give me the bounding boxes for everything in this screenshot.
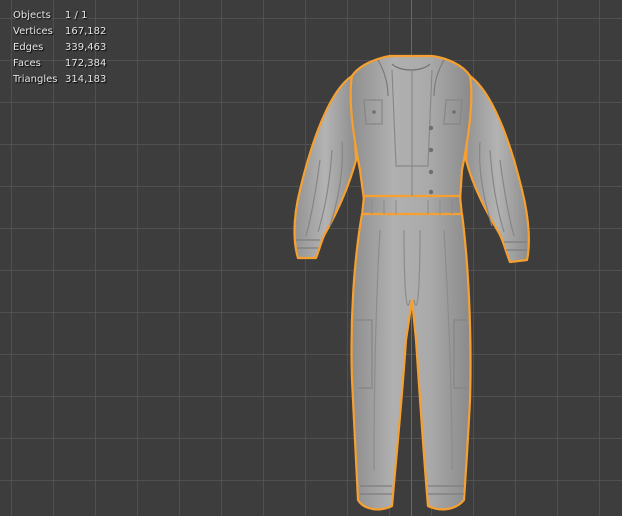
- jacket-torso: [349, 54, 473, 202]
- jumpsuit-mesh[interactable]: [0, 0, 622, 516]
- trousers: [350, 212, 472, 511]
- left-sleeve: [293, 74, 358, 260]
- 3d-viewport[interactable]: Objects 1 / 1 Vertices 167,182 Edges 339…: [0, 0, 622, 516]
- right-sleeve: [464, 74, 530, 264]
